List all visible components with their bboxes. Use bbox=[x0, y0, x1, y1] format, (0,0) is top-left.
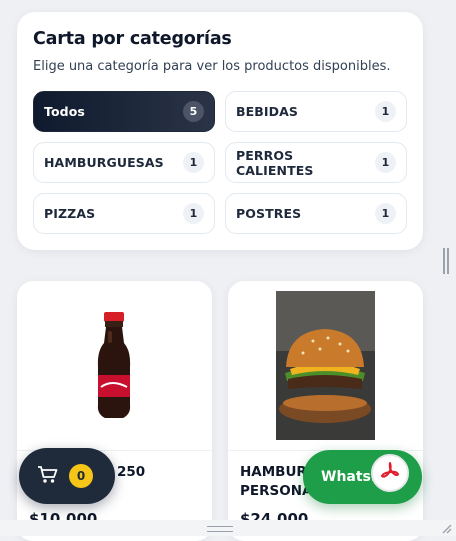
category-label: BEBIDAS bbox=[236, 104, 298, 119]
category-label: POSTRES bbox=[236, 206, 302, 221]
page-title: Carta por categorías bbox=[33, 29, 232, 49]
cart-count-badge: 0 bbox=[69, 464, 93, 488]
category-perros-calientes[interactable]: PERROS CALIENTES 1 bbox=[225, 142, 407, 183]
category-hamburguesas[interactable]: HAMBURGUESAS 1 bbox=[33, 142, 215, 183]
category-label: HAMBURGUESAS bbox=[44, 155, 164, 170]
resize-grip-icon[interactable] bbox=[440, 522, 452, 534]
product-image-area bbox=[17, 281, 212, 451]
soda-bottle-image bbox=[97, 312, 131, 418]
category-label: PERROS CALIENTES bbox=[236, 147, 314, 178]
product-image-area bbox=[228, 281, 423, 451]
category-count: 1 bbox=[183, 203, 204, 224]
category-count: 1 bbox=[375, 101, 396, 122]
category-bebidas[interactable]: BEBIDAS 1 bbox=[225, 91, 407, 132]
pdf-icon bbox=[379, 460, 401, 486]
category-todos[interactable]: Todos 5 bbox=[33, 91, 215, 132]
page-subtitle: Elige una categoría para ver los product… bbox=[33, 59, 391, 74]
splitter-grip[interactable] bbox=[443, 248, 449, 274]
cart-icon bbox=[37, 464, 59, 488]
category-label: PIZZAS bbox=[44, 206, 96, 221]
category-card: Carta por categorías Elige una categoría… bbox=[17, 12, 423, 250]
category-label: Todos bbox=[44, 104, 85, 119]
product-name: 250 bbox=[117, 464, 146, 480]
category-postres[interactable]: POSTRES 1 bbox=[225, 193, 407, 234]
category-count: 1 bbox=[375, 203, 396, 224]
cart-button[interactable]: 0 bbox=[19, 448, 115, 504]
burger-image bbox=[276, 291, 375, 440]
category-count: 1 bbox=[183, 152, 204, 173]
category-pizzas[interactable]: PIZZAS 1 bbox=[33, 193, 215, 234]
category-count: 5 bbox=[183, 101, 204, 122]
category-count: 1 bbox=[375, 152, 396, 173]
drag-handle[interactable] bbox=[207, 526, 233, 532]
pdf-button[interactable] bbox=[371, 454, 409, 492]
